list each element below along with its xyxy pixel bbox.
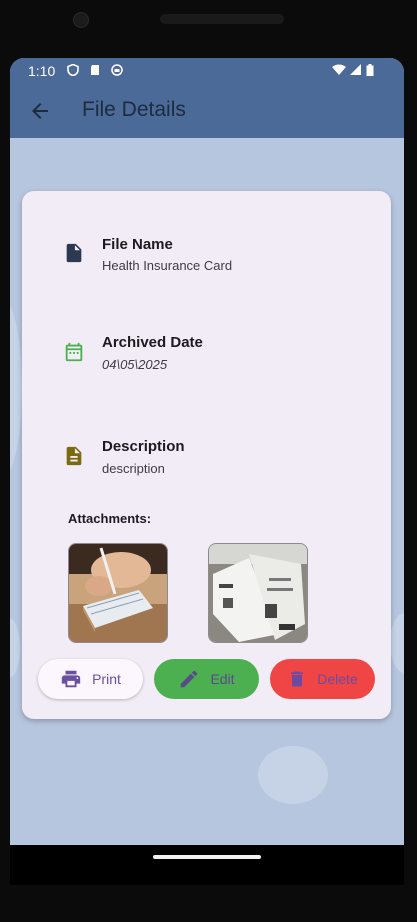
- background-circle: [258, 746, 328, 804]
- earpiece-speaker: [160, 14, 284, 24]
- pencil-icon: [181, 670, 198, 688]
- status-time: 1:10: [28, 63, 56, 79]
- navigation-bar: [10, 845, 404, 885]
- status-bar: 1:10: [10, 58, 404, 84]
- file-icon: [66, 243, 82, 263]
- arrow-back-icon[interactable]: [28, 99, 52, 123]
- attachment-thumbnail[interactable]: [208, 543, 308, 643]
- archived-date-label: Archived Date: [102, 334, 203, 351]
- sync-icon: [111, 64, 123, 76]
- attachment-thumbnail[interactable]: [68, 543, 168, 643]
- page-title: File Details: [82, 98, 186, 121]
- sd-card-icon: [91, 65, 99, 75]
- home-gesture-handle[interactable]: [153, 855, 261, 859]
- edit-button-label: Edit: [210, 671, 235, 687]
- description-value: description: [102, 461, 165, 476]
- file-details-card: File Name Health Insurance Card Archived…: [22, 191, 391, 719]
- screen: 1:10 File Details File Name Health Insur…: [10, 58, 404, 845]
- documents-image: [209, 544, 307, 642]
- archived-date-value: 04\05\2025: [102, 357, 168, 372]
- attachments-label: Attachments:: [68, 511, 152, 526]
- printer-icon: [61, 670, 81, 688]
- delete-button-label: Delete: [317, 671, 358, 687]
- print-button[interactable]: Print: [38, 659, 143, 699]
- phone-frame: 1:10 File Details File Name Health Insur…: [0, 0, 417, 922]
- app-bar: File Details: [10, 84, 404, 138]
- background-circle: [10, 298, 22, 478]
- shield-icon: [67, 64, 79, 76]
- print-button-label: Print: [92, 671, 121, 687]
- edit-button[interactable]: Edit: [154, 659, 259, 699]
- notebook-writing-image: [69, 544, 167, 642]
- battery-icon: [366, 64, 374, 76]
- file-name-value: Health Insurance Card: [102, 258, 233, 273]
- front-camera: [73, 12, 89, 28]
- background-circle: [10, 618, 20, 678]
- description-label: Description: [102, 438, 185, 455]
- trash-icon: [291, 671, 304, 687]
- wifi-icon: [332, 64, 346, 75]
- signal-icon: [350, 64, 361, 75]
- calendar-icon: [65, 342, 83, 362]
- background-circle: [390, 613, 404, 673]
- delete-button[interactable]: Delete: [270, 659, 375, 699]
- file-name-label: File Name: [102, 236, 173, 253]
- description-icon: [66, 446, 82, 466]
